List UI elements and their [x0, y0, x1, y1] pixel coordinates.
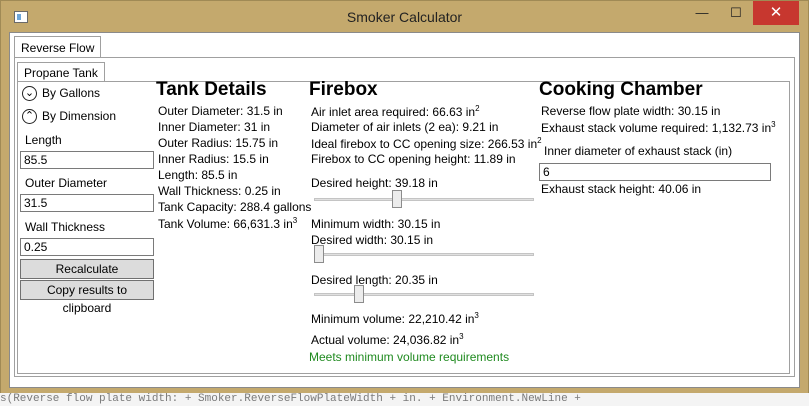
firebox-heading: Firebox: [309, 79, 378, 100]
tank-detail-line: Length: 85.5 in: [158, 168, 238, 182]
tab-propane-tank[interactable]: Propane Tank: [17, 62, 105, 82]
desired-length-slider[interactable]: [314, 293, 534, 296]
desired-width-label: Desired width: 30.15 in: [311, 233, 434, 247]
desired-length-slider-thumb[interactable]: [353, 285, 364, 303]
outer-diameter-label: Outer Diameter: [25, 176, 108, 190]
client-area: Reverse Flow Propane Tank ⌄ By Gallons ⌃…: [9, 32, 800, 388]
radio-by-dimension-label[interactable]: By Dimension: [42, 109, 116, 123]
tank-detail-line: Tank Capacity: 288.4 gallons: [158, 200, 312, 214]
air-inlet-area: Air inlet area required: 66.63 in2: [311, 104, 480, 119]
recalculate-button[interactable]: Recalculate: [20, 259, 154, 279]
radio-by-gallons-label[interactable]: By Gallons: [42, 86, 100, 100]
tank-detail-line: Outer Diameter: 31.5 in: [158, 104, 283, 118]
length-label: Length: [25, 133, 62, 147]
minimize-icon[interactable]: —: [685, 1, 719, 25]
desired-length-label: Desired length: 20.35 in: [311, 273, 438, 287]
ideal-opening-size: Ideal firebox to CC opening size: 266.53…: [311, 136, 542, 151]
tank-detail-line: Inner Radius: 15.5 in: [158, 152, 269, 166]
tank-details-heading: Tank Details: [156, 79, 267, 100]
tank-volume: Tank Volume: 66,631.3 in3: [158, 216, 298, 231]
inner-diameter-input[interactable]: 6: [539, 163, 771, 181]
chevron-down-icon[interactable]: ⌄: [22, 86, 37, 101]
volume-status: Meets minimum volume requirements: [309, 350, 510, 364]
length-input[interactable]: 85.5: [20, 151, 154, 169]
desired-width-slider-thumb[interactable]: [314, 245, 324, 263]
desired-height-label: Desired height: 39.18 in: [311, 176, 438, 190]
exhaust-stack-height: Exhaust stack height: 40.06 in: [541, 182, 702, 196]
app-window: Smoker Calculator — ☐ ✕ Reverse Flow Pro…: [0, 0, 809, 394]
tab-reverse-flow[interactable]: Reverse Flow: [14, 36, 102, 58]
close-icon[interactable]: ✕: [753, 1, 799, 25]
desired-height-slider[interactable]: [314, 198, 534, 201]
tank-detail-line: Wall Thickness: 0.25 in: [158, 184, 281, 198]
chevron-up-icon[interactable]: ⌃: [22, 109, 37, 124]
wall-thickness-label: Wall Thickness: [25, 220, 106, 234]
opening-height: Firebox to CC opening height: 11.89 in: [311, 152, 516, 166]
actual-volume: Actual volume: 24,036.82 in3: [311, 332, 464, 347]
minimum-volume: Minimum volume: 22,210.42 in3: [311, 311, 479, 326]
outer-diameter-input[interactable]: 31.5: [20, 194, 154, 212]
air-inlet-diameter: Diameter of air inlets (2 ea): 9.21 in: [311, 120, 499, 134]
reverse-flow-plate-width: Reverse flow plate width: 30.15 in: [541, 104, 721, 118]
desired-width-slider[interactable]: [314, 253, 534, 256]
cooking-chamber-heading: Cooking Chamber: [539, 79, 703, 100]
inner-diameter-label: Inner diameter of exhaust stack (in): [544, 144, 733, 158]
tank-detail-line: Inner Diameter: 31 in: [158, 120, 271, 134]
exhaust-stack-volume: Exhaust stack volume required: 1,132.73 …: [541, 120, 776, 135]
tank-detail-line: Outer Radius: 15.75 in: [158, 136, 279, 150]
title-bar[interactable]: Smoker Calculator — ☐ ✕: [1, 1, 808, 33]
copy-results-button[interactable]: Copy results to clipboard: [20, 280, 154, 315]
propane-tank-panel: ⌄ By Gallons ⌃ By Dimension Length 85.5 …: [17, 79, 790, 374]
background-code-line: s(Reverse flow plate width: + Smoker.Rev…: [0, 393, 809, 406]
minimum-width: Minimum width: 30.15 in: [311, 217, 441, 231]
reverse-flow-panel: Propane Tank ⌄ By Gallons ⌃ By Dimension…: [14, 57, 795, 377]
desired-height-slider-thumb[interactable]: [391, 190, 402, 208]
maximize-icon[interactable]: ☐: [719, 1, 753, 25]
wall-thickness-input[interactable]: 0.25: [20, 238, 154, 256]
